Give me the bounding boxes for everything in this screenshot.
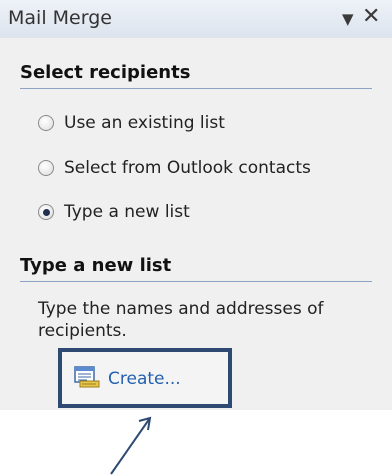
annotation-arrow-icon bbox=[110, 416, 152, 475]
